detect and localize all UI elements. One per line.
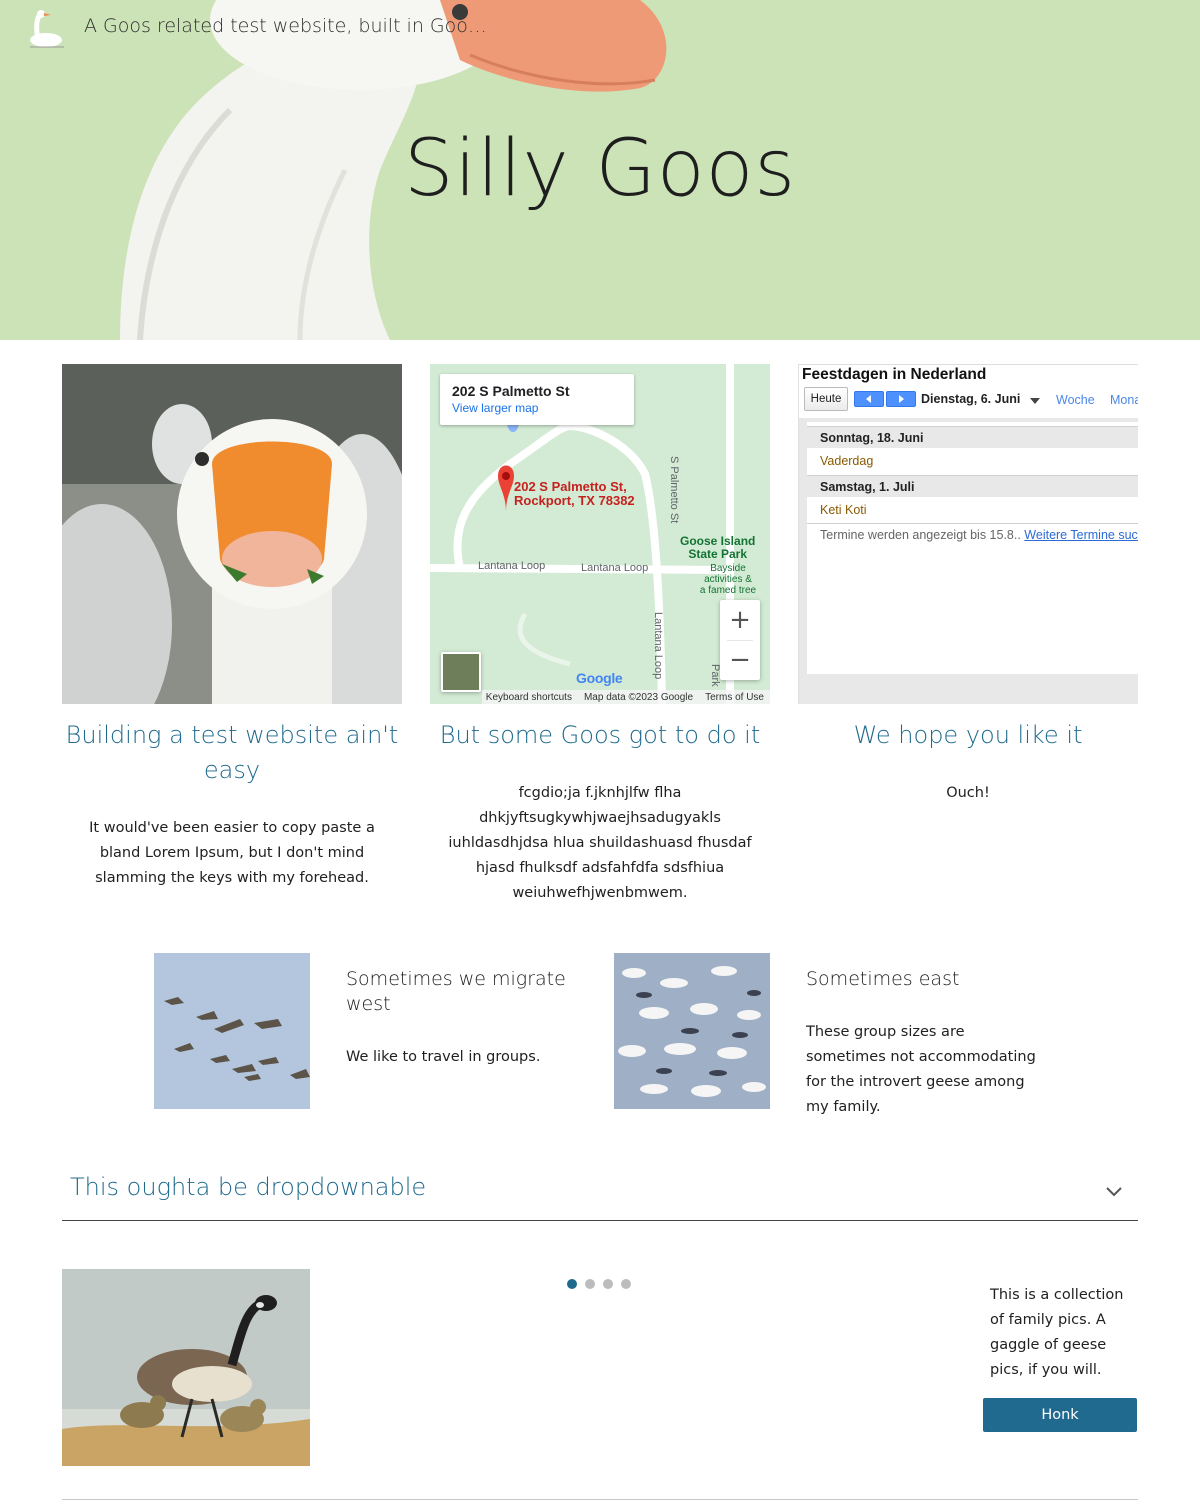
park-description-line2: activities &	[704, 574, 752, 585]
carousel-description: This is a collection of family pics. A g…	[990, 1287, 1124, 1378]
calendar-view-week[interactable]: Woche	[1056, 393, 1095, 407]
zoom-in-button[interactable]: +	[720, 600, 760, 640]
card-map: 202 S Palmetto St View larger map 202 S …	[430, 364, 770, 906]
calendar-title: Feestdagen in Nederland	[802, 366, 987, 383]
map-data-attribution: Map data ©2023 Google	[583, 691, 694, 703]
google-logo: Google	[576, 670, 623, 686]
calendar-view-month[interactable]: Monat	[1110, 393, 1138, 407]
section-divider	[62, 1499, 1138, 1500]
carousel-indicators	[567, 1279, 631, 1289]
embedded-map[interactable]: 202 S Palmetto St View larger map 202 S …	[430, 364, 770, 704]
map-place-title: 202 S Palmetto St	[452, 383, 570, 399]
caret-down-icon[interactable]	[1030, 398, 1040, 404]
card-body: It would've been easier to copy paste a …	[89, 820, 375, 886]
card-calendar: Feestdagen in Nederland Heute Dienstag, …	[798, 364, 1138, 806]
snow-geese-flock-image	[614, 953, 770, 1109]
arrow-left-icon	[866, 395, 871, 403]
calendar-next-button[interactable]	[886, 391, 916, 407]
park-label: Goose Island State Park	[680, 535, 755, 561]
carousel-slide-image	[62, 1269, 310, 1466]
view-larger-map-link[interactable]: View larger map	[452, 401, 622, 415]
carousel-dot[interactable]	[585, 1279, 595, 1289]
carousel-dot[interactable]	[567, 1279, 577, 1289]
carousel-dot[interactable]	[603, 1279, 613, 1289]
park-description-line3: a famed tree	[699, 585, 757, 596]
street-label: Lantana Loop	[581, 562, 649, 574]
migrate-text: These group sizes are sometimes not acco…	[806, 1024, 1036, 1115]
site-logo-icon[interactable]	[24, 6, 70, 50]
map-pin-address-line2: Rockport, TX 78382	[514, 493, 635, 508]
map-info-card: 202 S Palmetto St View larger map	[440, 374, 634, 425]
card-heading: But some Goos got to do it	[439, 721, 761, 749]
park-name-line2: State Park	[688, 547, 748, 561]
calendar-current-date: Dienstag, 6. Juni	[921, 392, 1021, 406]
hero-banner: A Goos related test website, built in Go…	[0, 0, 1200, 340]
calendar-today-button[interactable]: Heute	[804, 387, 848, 411]
calendar-body: Sonntag, 18. Juni Vaderdag Samstag, 1. J…	[799, 418, 1138, 704]
calendar-event[interactable]: Keti Koti	[807, 498, 1138, 522]
calendar-range-note: Termine werden angezeigt bis 15.8..	[820, 528, 1021, 542]
park-description: Bayside activities & a famed tree	[692, 563, 764, 596]
satellite-toggle-button[interactable]	[441, 652, 481, 692]
keyboard-shortcuts-link[interactable]: Keyboard shortcuts	[486, 692, 572, 703]
arrow-right-icon	[899, 395, 904, 403]
chevron-down-icon[interactable]	[1104, 1181, 1124, 1201]
calendar-day-header: Sonntag, 18. Juni	[807, 426, 1138, 448]
map-footer: Keyboard shortcuts Map data ©2023 Google…	[482, 690, 770, 704]
map-zoom-controls: + −	[720, 600, 760, 680]
goose-closeup-image	[62, 364, 402, 704]
card-heading: Building a test website ain't easy	[65, 721, 399, 784]
calendar-day-header: Samstag, 1. Juli	[807, 475, 1138, 497]
collapsible-section-header[interactable]: This oughta be dropdownable	[62, 1163, 1138, 1221]
embedded-calendar: Feestdagen in Nederland Heute Dienstag, …	[798, 364, 1138, 704]
street-label: Lantana Loop	[478, 560, 546, 572]
migrate-heading: Sometimes we migrate west	[346, 968, 566, 1015]
flying-geese-image	[154, 953, 310, 1109]
calendar-prev-button[interactable]	[854, 391, 884, 407]
zoom-out-button[interactable]: −	[720, 640, 760, 680]
street-label: S Palmetto St	[668, 456, 680, 524]
card-heading: We hope you like it	[853, 721, 1083, 749]
card-building: Building a test website ain't easy It wo…	[62, 364, 402, 891]
honk-button[interactable]: Honk	[983, 1398, 1137, 1432]
map-pin-address: 202 S Palmetto St, Rockport, TX 78382	[514, 480, 635, 508]
carousel-dot[interactable]	[621, 1279, 631, 1289]
site-title[interactable]: A Goos related test website, built in Go…	[84, 15, 487, 37]
collapsible-section-title: This oughta be dropdownable	[70, 1173, 427, 1201]
street-label: Lantana Loop	[652, 612, 664, 680]
calendar-more-text: Termine werden angezeigt bis 15.8.. Weit…	[820, 528, 1138, 542]
migrate-heading: Sometimes east	[806, 968, 960, 990]
migrate-text: We like to travel in groups.	[346, 1049, 541, 1065]
calendar-event[interactable]: Vaderdag	[807, 449, 1138, 473]
hero-title: Silly Goos	[403, 124, 796, 214]
calendar-agenda: Sonntag, 18. Juni Vaderdag Samstag, 1. J…	[807, 422, 1138, 674]
card-body: fcgdio;ja f.jknhjlfw flha dhkjyftsugkywh…	[448, 785, 752, 901]
terms-of-use-link[interactable]: Terms of Use	[705, 692, 764, 703]
card-body: Ouch!	[946, 785, 990, 801]
calendar-more-link[interactable]: Weitere Termine suchen	[1024, 528, 1138, 542]
park-description-line1: Bayside	[710, 563, 746, 574]
map-pin-address-line1: 202 S Palmetto St,	[514, 479, 627, 494]
